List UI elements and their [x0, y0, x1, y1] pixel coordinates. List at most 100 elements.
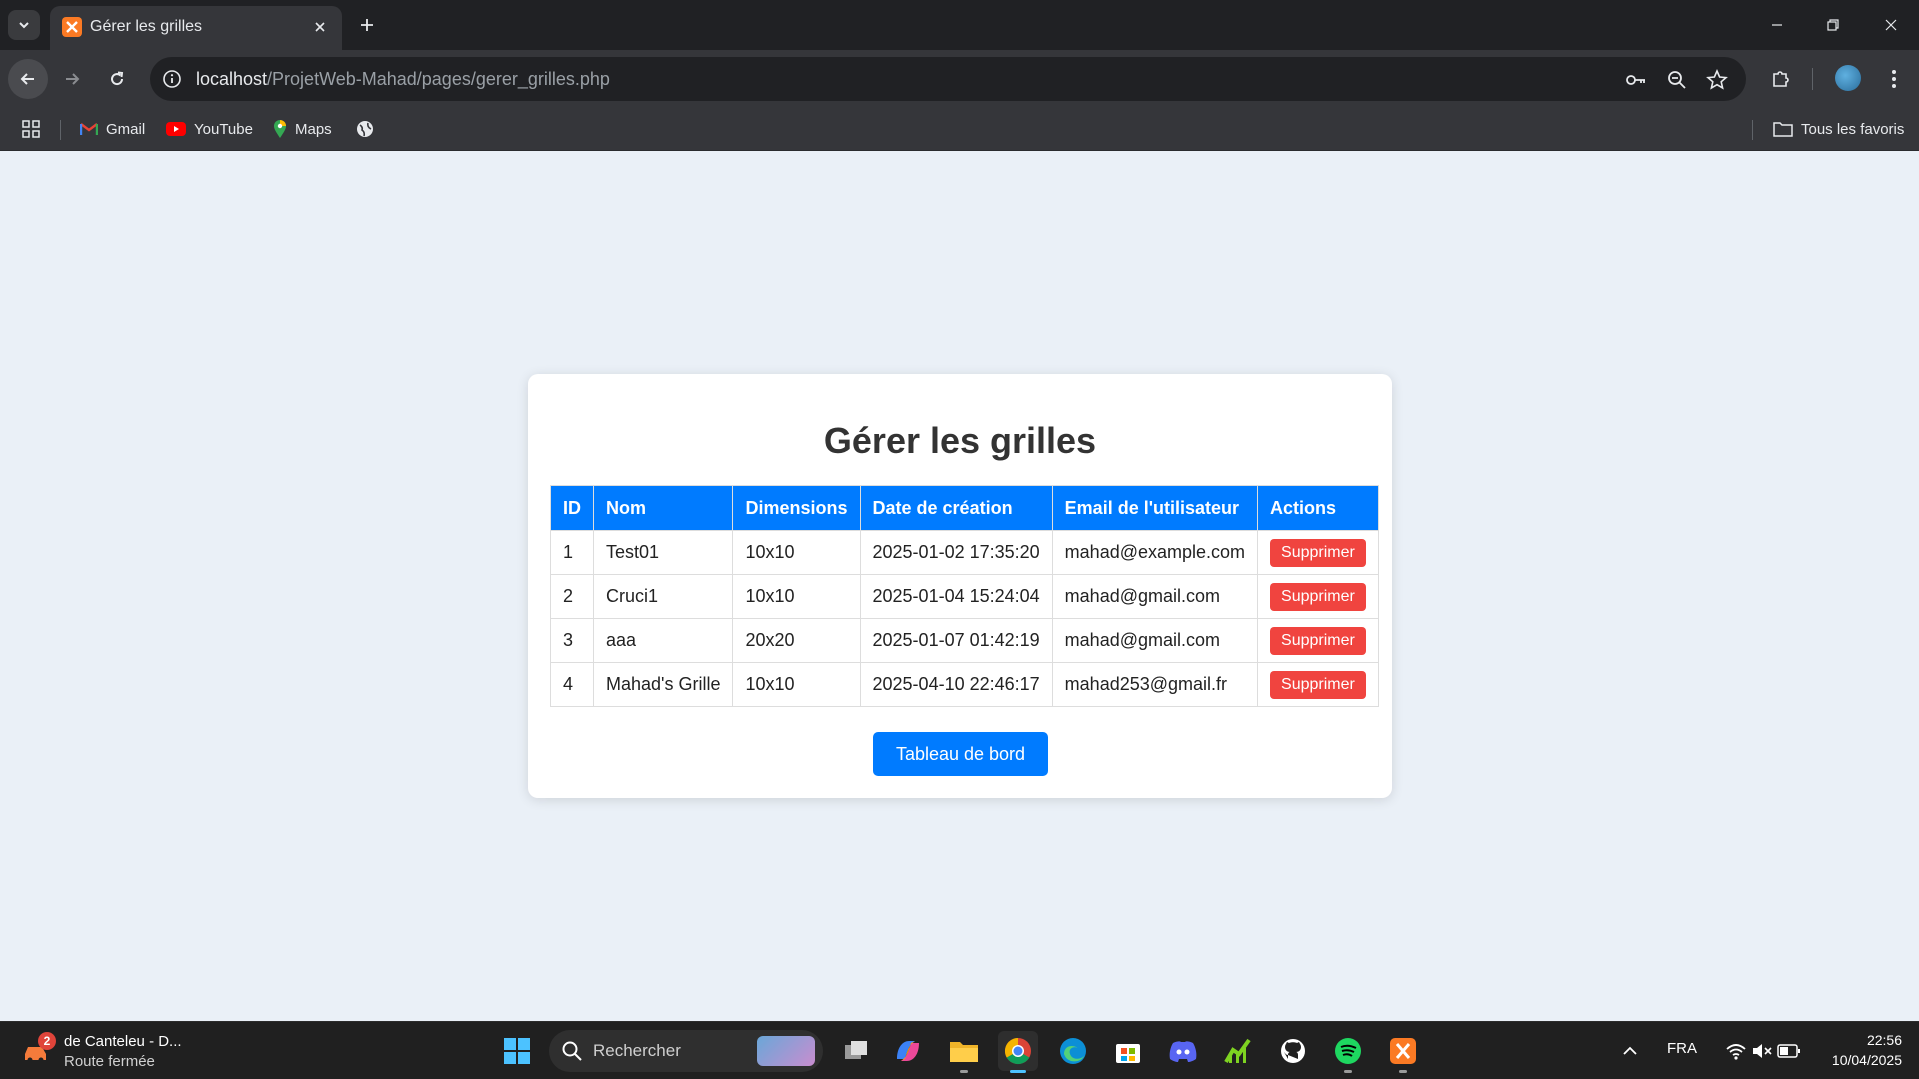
more-vertical-icon	[1892, 70, 1896, 88]
show-hidden-icons-button[interactable]	[1613, 1031, 1647, 1071]
back-button[interactable]	[8, 59, 48, 99]
running-indicator	[960, 1070, 968, 1073]
file-explorer-button[interactable]	[944, 1031, 984, 1073]
cell-id: 3	[550, 618, 594, 663]
taskbar-search[interactable]: Rechercher	[549, 1030, 823, 1072]
copilot-icon	[897, 1041, 919, 1061]
bookmark-gmail-label: Gmail	[106, 120, 146, 138]
browser-tab[interactable]: Gérer les grilles	[50, 6, 342, 50]
browser-menu-button[interactable]	[1878, 63, 1910, 95]
forward-button[interactable]	[52, 59, 92, 99]
discord-button[interactable]	[1163, 1031, 1203, 1071]
site-info-icon[interactable]	[160, 67, 184, 91]
new-tab-button[interactable]	[352, 10, 382, 40]
bookmark-youtube[interactable]: YouTube	[166, 118, 253, 140]
password-key-icon[interactable]	[1623, 67, 1649, 93]
profile-avatar[interactable]	[1835, 65, 1861, 91]
delete-button[interactable]: Supprimer	[1270, 626, 1366, 655]
apps-button[interactable]	[22, 118, 40, 140]
running-indicator	[1344, 1070, 1352, 1073]
delete-button[interactable]: Supprimer	[1270, 538, 1366, 567]
url-text: localhost/ProjetWeb-Mahad/pages/gerer_gr…	[196, 69, 610, 90]
xampp-button[interactable]	[1383, 1031, 1423, 1073]
header-actions: Actions	[1257, 485, 1379, 531]
quick-settings-button[interactable]	[1718, 1032, 1808, 1070]
spotify-button[interactable]	[1328, 1031, 1368, 1073]
task-view-button[interactable]	[836, 1031, 876, 1071]
chevron-up-icon	[1623, 1046, 1637, 1055]
reload-button[interactable]	[97, 59, 137, 99]
xampp-icon	[1390, 1038, 1416, 1064]
cell-dimensions: 20x20	[732, 618, 861, 663]
task-view-icon	[845, 1041, 867, 1059]
cell-nom: Test01	[592, 530, 734, 575]
arrow-right-icon	[66, 73, 80, 85]
plus-icon	[361, 19, 373, 31]
restore-button[interactable]	[1818, 12, 1848, 38]
windows-logo-icon	[504, 1038, 530, 1064]
cell-date: 2025-01-04 15:24:04	[859, 574, 1053, 619]
cell-actions: Supprimer	[1257, 662, 1379, 707]
microsoft-store-button[interactable]	[1108, 1031, 1148, 1071]
dashboard-button[interactable]: Tableau de bord	[873, 732, 1048, 776]
toolbar-divider	[1812, 68, 1813, 90]
weather-widget[interactable]: 2 de Canteleu - D... Route fermée	[22, 1030, 202, 1074]
cell-date: 2025-01-07 01:42:19	[859, 618, 1053, 663]
bookmark-gmail[interactable]: Gmail	[80, 118, 145, 140]
search-icon	[562, 1041, 582, 1061]
bookmarks-divider-right	[1752, 120, 1753, 140]
search-placeholder: Rechercher	[593, 1041, 681, 1060]
table-row: 2 Cruci1 10x10 2025-01-04 15:24:04 mahad…	[550, 574, 1379, 619]
zoom-icon[interactable]	[1664, 67, 1690, 93]
gmail-icon	[80, 123, 98, 135]
bookmark-star-icon[interactable]	[1704, 67, 1730, 93]
address-bar[interactable]: localhost/ProjetWeb-Mahad/pages/gerer_gr…	[150, 57, 1746, 101]
cell-date: 2025-04-10 22:46:17	[859, 662, 1053, 707]
start-button[interactable]	[497, 1031, 537, 1071]
cell-dimensions: 10x10	[732, 662, 861, 707]
edge-button[interactable]	[1053, 1031, 1093, 1071]
edge-icon	[1060, 1038, 1086, 1064]
youtube-icon	[166, 122, 186, 136]
wifi-icon	[1726, 1044, 1746, 1060]
tab-search-button[interactable]	[8, 10, 40, 40]
search-highlight-image	[757, 1036, 815, 1066]
bookmarks-divider	[60, 120, 61, 140]
folder-icon	[950, 1042, 978, 1062]
github-button[interactable]	[1273, 1031, 1313, 1071]
chrome-button[interactable]	[998, 1031, 1038, 1073]
extensions-button[interactable]	[1765, 63, 1797, 95]
stocks-app-button[interactable]	[1218, 1031, 1258, 1071]
maps-icon	[274, 120, 286, 138]
grids-table: ID Nom Dimensions Date de création Email…	[550, 485, 1379, 707]
language-indicator[interactable]: FRA	[1667, 1040, 1697, 1057]
table-header-row: ID Nom Dimensions Date de création Email…	[550, 485, 1379, 531]
cell-email: mahad@gmail.com	[1051, 618, 1259, 663]
cell-actions: Supprimer	[1257, 530, 1379, 575]
delete-button[interactable]: Supprimer	[1270, 670, 1366, 699]
header-id: ID	[550, 485, 594, 531]
cell-id: 1	[550, 530, 594, 575]
github-icon	[1281, 1039, 1305, 1063]
cell-dimensions: 10x10	[732, 530, 861, 575]
close-window-button[interactable]	[1876, 12, 1906, 38]
table-row: 1 Test01 10x10 2025-01-02 17:35:20 mahad…	[550, 530, 1379, 575]
cell-actions: Supprimer	[1257, 618, 1379, 663]
stocks-chart-icon	[1224, 1038, 1251, 1064]
tab-close-icon[interactable]	[308, 15, 332, 39]
bookmark-globe[interactable]	[356, 118, 374, 140]
url-path: /ProjetWeb-Mahad/pages/gerer_grilles.php	[267, 69, 610, 89]
delete-button[interactable]: Supprimer	[1270, 582, 1366, 611]
cell-nom: aaa	[592, 618, 734, 663]
system-clock[interactable]: 22:56 10/04/2025	[1812, 1030, 1902, 1070]
bookmark-maps[interactable]: Maps	[273, 118, 332, 140]
cell-email: mahad253@gmail.fr	[1051, 662, 1259, 707]
running-indicator	[1399, 1070, 1407, 1073]
all-bookmarks-button[interactable]: Tous les favoris	[1773, 118, 1904, 140]
copilot-button[interactable]	[888, 1031, 928, 1071]
minimize-button[interactable]	[1762, 12, 1792, 38]
speaker-muted-icon	[1753, 1044, 1772, 1058]
header-date: Date de création	[859, 485, 1053, 531]
active-indicator	[1010, 1070, 1026, 1073]
header-nom: Nom	[592, 485, 734, 531]
